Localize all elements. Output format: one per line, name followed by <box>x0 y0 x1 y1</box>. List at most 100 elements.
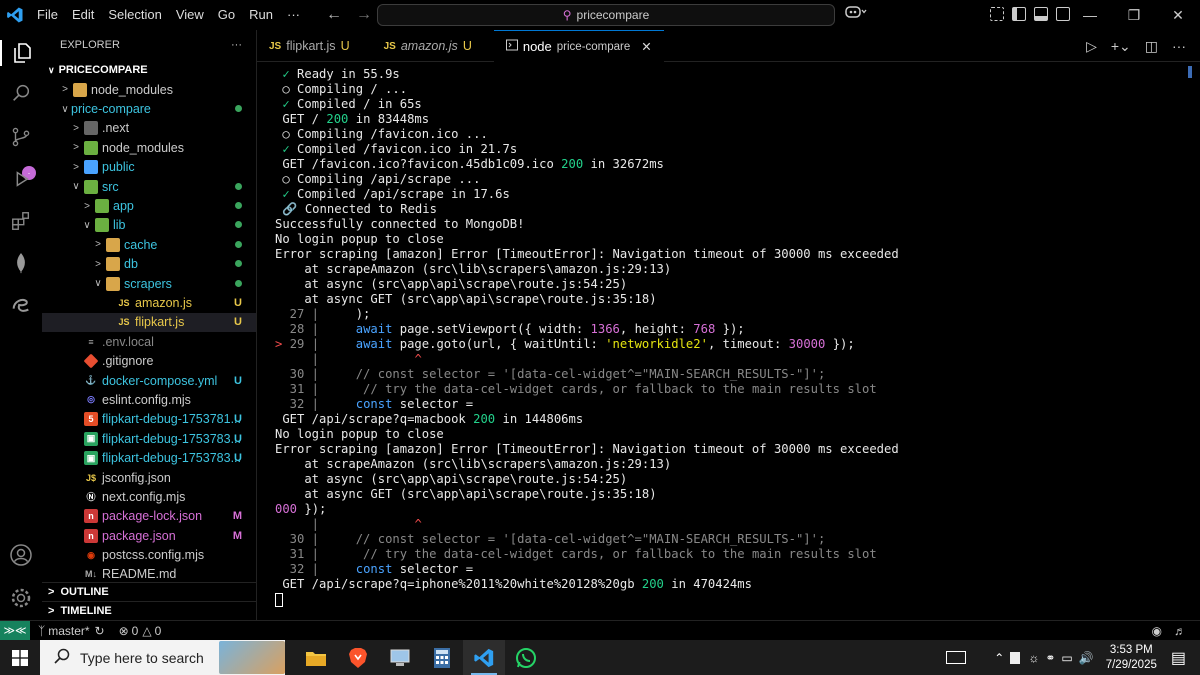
customize-layout-icon[interactable] <box>990 7 1004 21</box>
search-sidebar-icon[interactable] <box>8 80 34 106</box>
close-window-icon[interactable]: ✕ <box>1156 0 1200 30</box>
menu-item[interactable]: File <box>30 0 65 30</box>
terminal-line: at async GET (src\app\api\scrape\route.j… <box>275 487 1187 502</box>
tree-item[interactable]: ∨ src <box>42 177 256 196</box>
minimize-icon[interactable]: — <box>1068 0 1112 30</box>
split-editor-icon[interactable]: ◫ <box>1145 38 1158 55</box>
terminal-output[interactable]: ✓ Ready in 55.9s ○ Compiling / ... ✓ Com… <box>257 62 1187 620</box>
tree-item[interactable]: 5 flipkart-debug-1753781... U <box>42 410 256 429</box>
whatsapp-icon[interactable] <box>505 640 547 675</box>
tree-item[interactable]: ▣ flipkart-debug-1753783... U <box>42 429 256 448</box>
run-icon[interactable]: ▷ <box>1086 38 1097 55</box>
copilot-icon[interactable] <box>845 5 867 22</box>
menu-item[interactable]: Run <box>242 0 280 30</box>
workspace-root[interactable]: ∨ PRICECOMPARE <box>42 60 256 80</box>
run-debug-icon[interactable] <box>8 166 34 192</box>
tray-app-icon[interactable] <box>1010 651 1021 664</box>
more-actions-icon[interactable]: ··· <box>231 39 242 51</box>
tree-item[interactable]: > db <box>42 255 256 274</box>
tab-status: U <box>462 39 472 53</box>
warning-icon[interactable]: △ <box>142 624 151 638</box>
toggle-panel-icon[interactable] <box>1034 7 1048 21</box>
branch-label[interactable]: master* <box>48 624 89 638</box>
wifi-icon[interactable]: ☼ <box>1028 651 1039 665</box>
tree-item[interactable]: ≡ .env.local <box>42 332 256 351</box>
source-control-icon[interactable] <box>8 124 34 150</box>
terminal-line: 30 | // const selector = '[data-cel-widg… <box>275 367 1187 382</box>
extensions-icon[interactable] <box>8 208 34 234</box>
tree-item[interactable]: > app <box>42 196 256 215</box>
menu-item[interactable]: Go <box>211 0 242 30</box>
more-icon[interactable]: ··· <box>1172 38 1186 55</box>
chevron-right-icon: > <box>84 200 90 212</box>
menu-item[interactable]: View <box>169 0 211 30</box>
menu-item[interactable]: ··· <box>280 0 307 30</box>
vscode-taskbar-icon[interactable] <box>463 640 505 675</box>
tree-item[interactable]: J$ jsconfig.json <box>42 468 256 487</box>
menu-bar: File Edit Selection View Go Run ··· <box>30 0 307 30</box>
error-count[interactable]: 0 <box>132 624 139 638</box>
tab-amazon-js[interactable]: JS amazon.js U <box>372 30 484 62</box>
toggle-primary-sidebar-icon[interactable] <box>1012 7 1026 21</box>
keyboard-icon[interactable] <box>946 651 967 664</box>
clock[interactable]: 3:53 PM 7/29/2025 <box>1106 643 1157 673</box>
outline-section[interactable]: > OUTLINE <box>42 582 257 601</box>
show-hidden-icons-icon[interactable]: ⌃ <box>994 651 1004 665</box>
terminal-segment: selector = <box>392 397 474 411</box>
scrollbar[interactable] <box>1188 66 1192 78</box>
timeline-section[interactable]: > TIMELINE <box>42 601 257 620</box>
forward-arrow-icon[interactable]: → <box>356 6 372 24</box>
copilot-status-icon[interactable]: ◉ <box>1152 624 1162 638</box>
sync-icon[interactable]: ↻ <box>95 624 105 638</box>
brave-browser-icon[interactable] <box>337 640 379 675</box>
tree-item[interactable]: > cache <box>42 235 256 254</box>
tree-item[interactable]: ∨ scrapers <box>42 274 256 293</box>
remote-desktop-icon[interactable] <box>379 640 421 675</box>
tree-item[interactable]: ◉ postcss.config.mjs <box>42 545 256 564</box>
command-center-search[interactable]: ⚲ pricecompare <box>377 4 835 26</box>
tree-item[interactable]: ∨ lib <box>42 216 256 235</box>
notifications-bell-icon[interactable]: ♬ <box>1174 624 1186 638</box>
prisma-icon[interactable] <box>8 292 34 318</box>
tree-item[interactable]: n package.json M <box>42 526 256 545</box>
back-arrow-icon[interactable]: ← <box>326 6 342 24</box>
explorer-icon[interactable] <box>0 40 42 66</box>
tab-flipkart-js[interactable]: JS flipkart.js U <box>257 30 362 62</box>
tree-item[interactable]: > node_modules <box>42 138 256 157</box>
tree-item[interactable]: > public <box>42 158 256 177</box>
error-icon[interactable]: ⊗ <box>119 624 129 638</box>
tree-item[interactable]: ▣ flipkart-debug-1753783... U <box>42 448 256 467</box>
mongodb-leaf-icon[interactable] <box>8 250 34 276</box>
settings-gear-icon[interactable] <box>8 585 34 611</box>
network-icon[interactable]: ⚭ <box>1045 651 1055 665</box>
account-icon[interactable] <box>8 542 34 568</box>
taskbar-search-box[interactable]: Type here to search <box>40 640 285 675</box>
terminal-prompt[interactable] <box>275 592 1187 607</box>
remote-indicator-icon[interactable]: ≫≪ <box>0 620 30 641</box>
restore-icon[interactable]: ❐ <box>1112 0 1156 30</box>
close-tab-icon[interactable]: ✕ <box>641 39 651 54</box>
menu-item[interactable]: Edit <box>65 0 101 30</box>
tree-item[interactable]: > node_modules <box>42 80 256 99</box>
tree-item[interactable]: ⚓ docker-compose.yml U <box>42 371 256 390</box>
tree-item[interactable]: JS amazon.js U <box>42 293 256 312</box>
menu-item[interactable]: Selection <box>101 0 168 30</box>
new-terminal-icon[interactable]: +⌄ <box>1111 38 1131 55</box>
tree-item[interactable]: ∨ price-compare <box>42 99 256 118</box>
battery-icon[interactable]: ▭ <box>1061 651 1072 665</box>
file-explorer-icon[interactable] <box>295 640 337 675</box>
tree-item[interactable]: Ⓝnext.config.mjs <box>42 487 256 506</box>
calculator-icon[interactable] <box>421 640 463 675</box>
windows-start-icon[interactable] <box>0 649 40 666</box>
notification-center-icon[interactable]: ▤ <box>1171 648 1186 668</box>
tab-terminal-node[interactable]: node price-compare ✕ <box>493 30 664 62</box>
tree-item[interactable]: > .next <box>42 119 256 138</box>
volume-icon[interactable]: 🔊 <box>1079 651 1094 665</box>
tree-item[interactable]: ◎ eslint.config.mjs <box>42 390 256 409</box>
tree-item[interactable]: n package-lock.json M <box>42 507 256 526</box>
tree-item[interactable]: JS flipkart.js U <box>42 312 256 333</box>
env-icon: ≡ <box>88 336 94 347</box>
warning-count[interactable]: 0 <box>155 624 162 638</box>
workspace-root-label: PRICECOMPARE <box>58 64 148 76</box>
tree-item[interactable]: .gitignore <box>42 351 256 370</box>
